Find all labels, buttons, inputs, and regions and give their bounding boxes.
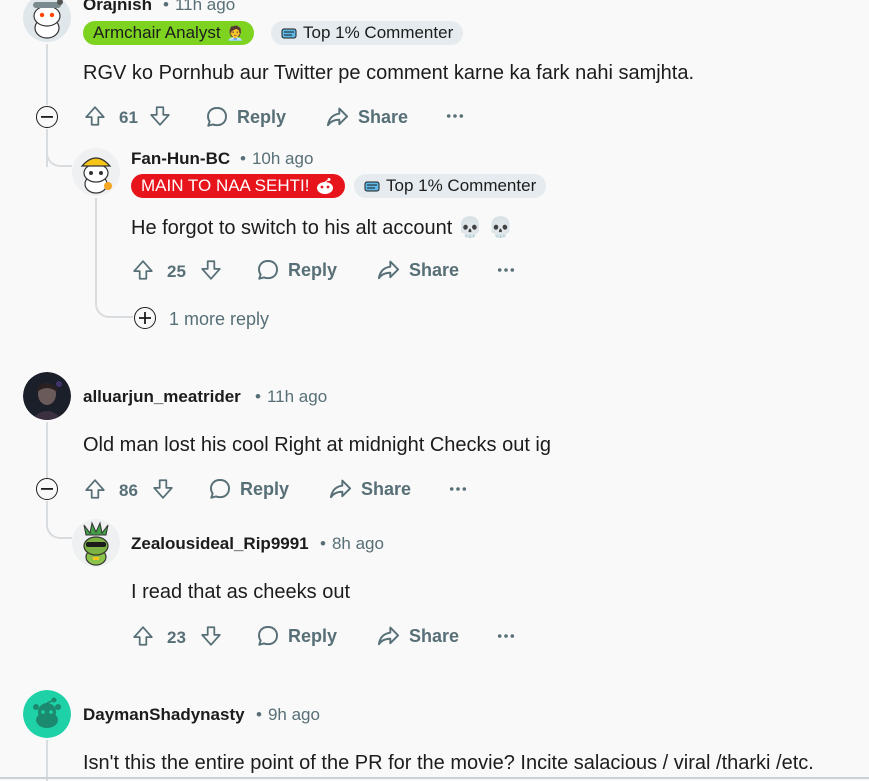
downvote-icon	[200, 259, 222, 281]
avatar[interactable]	[23, 0, 71, 42]
user-photo-avatar	[23, 372, 71, 420]
default-snoo-avatar-icon	[23, 690, 71, 738]
comment-body: Isn't this the entire point of the PR fo…	[83, 752, 814, 774]
upvote-icon	[132, 259, 154, 281]
vote-count: 23	[167, 628, 186, 647]
comment-username[interactable]: alluarjun_meatrider	[83, 387, 241, 407]
comment-body: Old man lost his cool Right at midnight …	[83, 434, 551, 456]
upvote-button[interactable]	[132, 625, 154, 647]
avatar[interactable]	[23, 690, 71, 738]
downvote-button[interactable]	[200, 625, 222, 647]
expand-plus-icon	[139, 312, 151, 324]
user-flair: MAIN TO NAA SEHTI!	[131, 174, 346, 198]
user-flair: Armchair Analyst 🧑‍💼	[83, 21, 254, 45]
upvote-icon	[84, 478, 106, 500]
reply-icon	[208, 477, 232, 501]
downvote-button[interactable]	[200, 259, 222, 281]
thread-elbow	[46, 140, 72, 167]
more-options-button[interactable]	[497, 267, 515, 273]
share-icon	[376, 258, 401, 282]
comment-username[interactable]: Zealousideal_Rip9991	[131, 534, 309, 554]
analyst-emoji-icon: 🧑‍💼	[226, 25, 244, 41]
comment-username[interactable]: Orajnish	[83, 0, 152, 15]
commenter-badge-icon	[281, 28, 297, 39]
thread-line	[46, 422, 48, 478]
downvote-icon	[149, 105, 171, 127]
commenter-badge-icon	[364, 181, 380, 192]
reply-button[interactable]: Reply	[256, 258, 337, 282]
downvote-button[interactable]	[152, 478, 174, 500]
downvote-button[interactable]	[149, 105, 171, 127]
collapse-thread-button[interactable]	[36, 106, 58, 128]
reply-icon	[256, 258, 280, 282]
upvote-button[interactable]	[84, 105, 106, 127]
snoo-avatar-icon	[23, 0, 71, 42]
upvote-icon	[84, 105, 106, 127]
comment-body: RGV ko Pornhub aur Twitter pe comment ka…	[83, 62, 695, 84]
comment-timestamp: • 11h ago	[163, 0, 236, 14]
comment-body: I read that as cheeks out	[131, 581, 351, 603]
comment-timestamp: • 11h ago	[255, 387, 328, 406]
reply-button[interactable]: Reply	[256, 624, 337, 648]
window-bottom-border	[0, 777, 869, 779]
share-icon	[376, 624, 401, 648]
share-button[interactable]: Share	[376, 624, 459, 648]
share-button[interactable]: Share	[376, 258, 459, 282]
more-options-icon	[497, 267, 515, 273]
thread-line	[46, 44, 48, 105]
vote-count: 61	[119, 108, 138, 127]
top-commenter-badge: Top 1% Commenter	[271, 21, 464, 45]
collapse-thread-button[interactable]	[36, 478, 58, 500]
avatar[interactable]	[23, 372, 71, 420]
snoo-avatar-icon	[72, 148, 120, 196]
comment-username[interactable]: DaymanShadynasty	[83, 705, 245, 725]
avatar[interactable]	[72, 519, 120, 567]
thread-elbow	[46, 507, 72, 539]
vote-count: 25	[167, 262, 186, 281]
thread-line	[46, 740, 48, 781]
snoo-avatar-icon	[72, 519, 120, 567]
downvote-icon	[200, 625, 222, 647]
top-commenter-badge: Top 1% Commenter	[354, 174, 547, 198]
more-options-icon	[497, 633, 515, 639]
downvote-icon	[152, 478, 174, 500]
upvote-icon	[132, 625, 154, 647]
more-options-icon	[449, 486, 467, 492]
vote-count: 86	[119, 481, 138, 500]
share-button[interactable]: Share	[328, 477, 411, 501]
thread-elbow	[95, 290, 133, 318]
collapse-minus-icon	[41, 116, 53, 118]
more-options-icon	[446, 113, 464, 119]
more-options-button[interactable]	[446, 113, 464, 119]
comment-timestamp: • 8h ago	[320, 534, 384, 553]
reply-button[interactable]: Reply	[208, 477, 289, 501]
more-options-button[interactable]	[497, 633, 515, 639]
upvote-button[interactable]	[84, 478, 106, 500]
comment-username[interactable]: Fan-Hun-BC	[131, 149, 230, 169]
upvote-button[interactable]	[132, 259, 154, 281]
reply-icon	[205, 105, 229, 129]
share-icon	[328, 477, 353, 501]
avatar[interactable]	[72, 148, 120, 196]
comment-timestamp: • 9h ago	[256, 705, 320, 724]
comment-timestamp: • 10h ago	[240, 149, 314, 168]
expand-replies-button[interactable]	[134, 307, 156, 329]
thread-line	[95, 198, 97, 298]
comment-body: He forgot to switch to his alt account 💀…	[131, 217, 514, 239]
more-options-button[interactable]	[449, 486, 467, 492]
snoo-face-icon	[317, 178, 334, 194]
reply-icon	[256, 624, 280, 648]
more-replies-link[interactable]: 1 more reply	[169, 309, 269, 330]
reply-button[interactable]: Reply	[205, 105, 286, 129]
share-button[interactable]: Share	[325, 105, 408, 129]
share-icon	[325, 105, 350, 129]
collapse-minus-icon	[41, 488, 53, 490]
